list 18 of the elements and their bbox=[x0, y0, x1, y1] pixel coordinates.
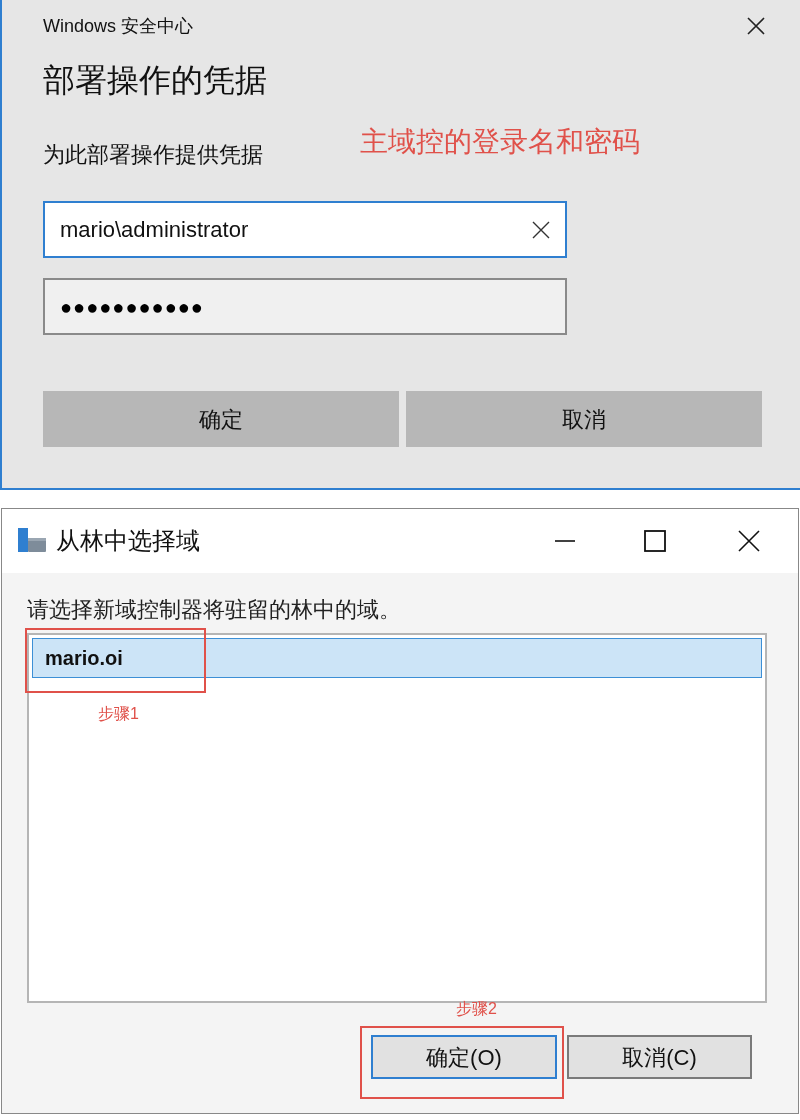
password-field[interactable]: ●●●●●●●●●●● bbox=[43, 278, 567, 335]
cancel-button[interactable]: 取消 bbox=[406, 391, 762, 447]
close-icon[interactable] bbox=[746, 16, 766, 36]
dialog-heading: 部署操作的凭据 bbox=[43, 61, 268, 100]
clear-icon[interactable] bbox=[532, 220, 550, 239]
maximize-icon[interactable] bbox=[644, 530, 666, 552]
cancel-button[interactable]: 取消(C) bbox=[567, 1035, 752, 1079]
ok-button[interactable]: 确定(O) bbox=[371, 1035, 557, 1079]
dialog-prompt: 为此部署操作提供凭据 bbox=[43, 141, 263, 169]
step-label: 步骤1 bbox=[98, 704, 139, 724]
window-title: 从林中选择域 bbox=[56, 526, 201, 556]
instruction-text: 请选择新域控制器将驻留的林中的域。 bbox=[27, 596, 402, 624]
username-field[interactable]: mario\administrator bbox=[43, 201, 567, 258]
domain-item[interactable]: mario.oi bbox=[32, 638, 762, 678]
close-icon[interactable] bbox=[738, 530, 760, 552]
window-title: Windows 安全中心 bbox=[43, 14, 194, 38]
ok-button[interactable]: 确定 bbox=[43, 391, 399, 447]
annotation-note: 主域控的登录名和密码 bbox=[360, 125, 640, 159]
